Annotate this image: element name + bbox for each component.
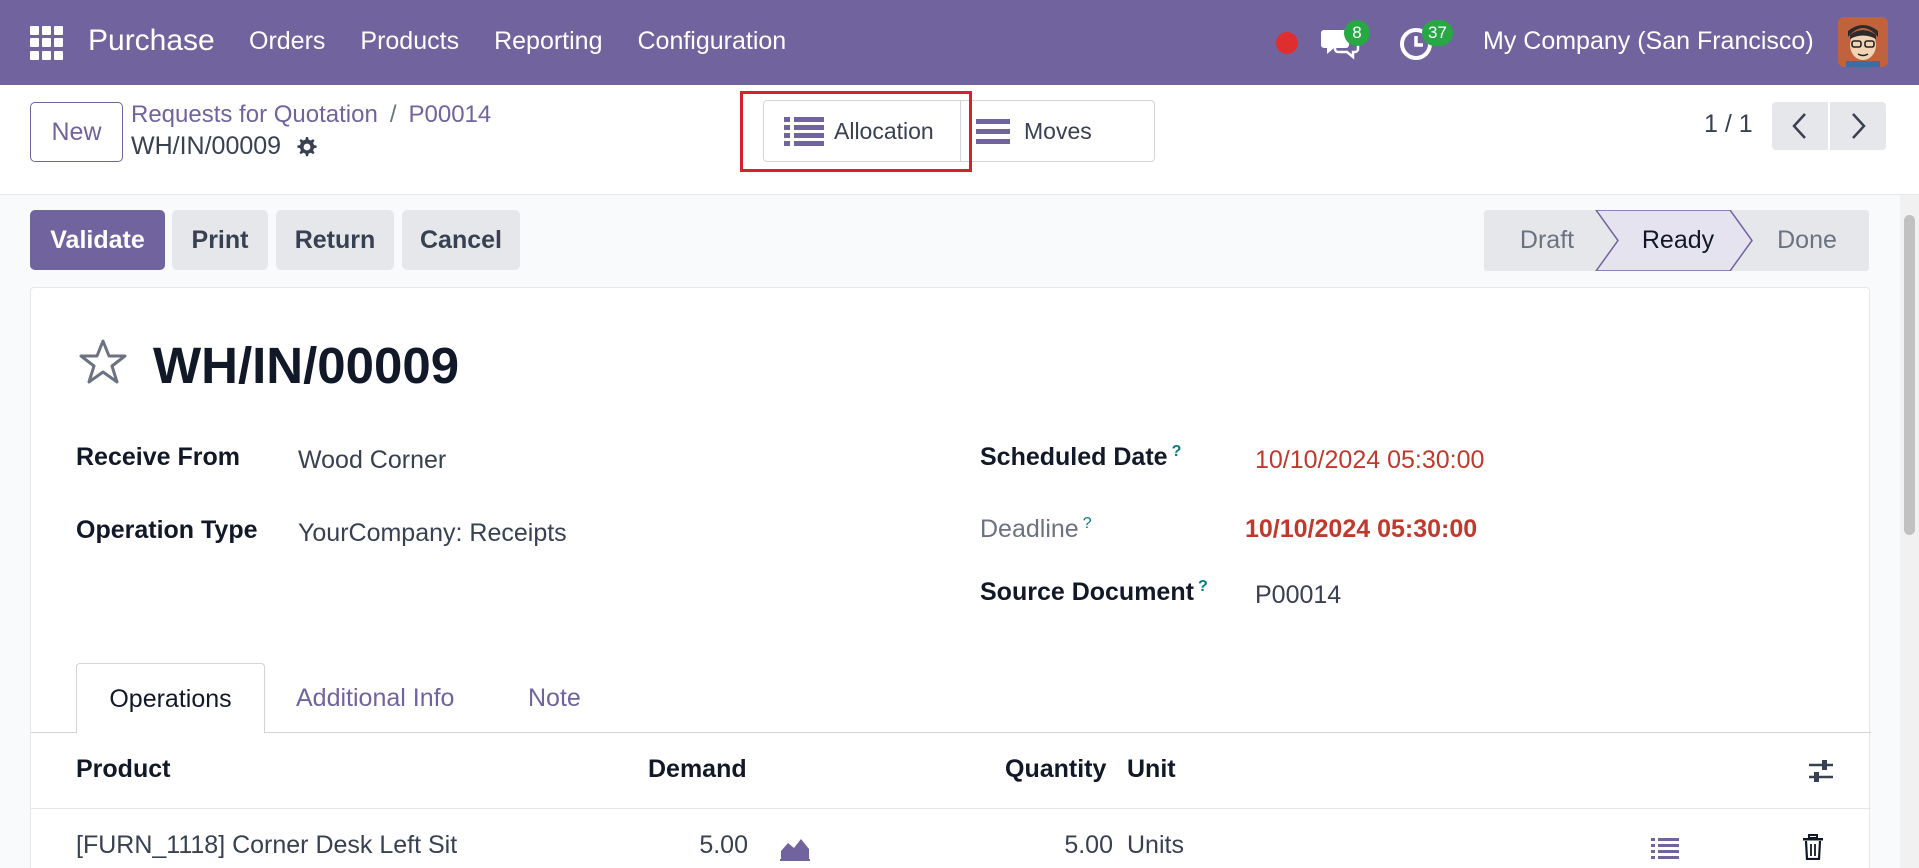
deadline-label: Deadline? xyxy=(980,515,1092,544)
bars-icon xyxy=(976,119,1010,144)
record-name: WH/IN/00009 xyxy=(131,132,318,161)
tab-additional-info[interactable]: Additional Info xyxy=(296,663,454,733)
apps-grid-icon[interactable] xyxy=(30,26,64,60)
status-bar: Draft Ready Done xyxy=(1484,210,1869,271)
operation-type-field[interactable]: YourCompany: Receipts xyxy=(298,519,567,548)
scrollbar-thumb[interactable] xyxy=(1904,215,1915,535)
row-quantity[interactable]: 5.00 xyxy=(1003,831,1113,860)
menu-products[interactable]: Products xyxy=(360,27,459,56)
pager-value[interactable]: 1 / 1 xyxy=(1704,110,1753,139)
column-product[interactable]: Product xyxy=(76,755,170,784)
activity-count-badge: 37 xyxy=(1422,20,1453,46)
company-switcher[interactable]: My Company (San Francisco) xyxy=(1483,27,1814,56)
chevron-right-icon xyxy=(1852,113,1866,139)
chat-count-badge: 8 xyxy=(1344,20,1370,46)
row-demand[interactable]: 5.00 xyxy=(648,831,748,860)
receive-from-field[interactable]: Wood Corner xyxy=(298,446,446,475)
form-sheet: WH/IN/00009 Receive From Wood Corner Ope… xyxy=(30,287,1871,868)
stage-draft[interactable]: Draft xyxy=(1484,210,1610,271)
forecast-chart-icon[interactable] xyxy=(779,835,811,861)
breadcrumb-rfq[interactable]: Requests for Quotation xyxy=(131,101,378,128)
breadcrumb: Requests for Quotation / P00014 xyxy=(131,101,491,129)
record-name-text: WH/IN/00009 xyxy=(131,132,282,160)
deadline-help-icon[interactable]: ? xyxy=(1083,515,1092,532)
menu-reporting[interactable]: Reporting xyxy=(494,27,602,56)
breadcrumb-po[interactable]: P00014 xyxy=(408,101,491,128)
cancel-button[interactable]: Cancel xyxy=(402,210,520,270)
source-document-label: Source Document? xyxy=(980,578,1208,607)
stage-ready[interactable]: Ready xyxy=(1614,210,1742,271)
moves-view-label: Moves xyxy=(1024,117,1092,144)
source-document-label-text: Source Document xyxy=(980,578,1194,606)
recording-indicator-icon[interactable] xyxy=(1276,32,1298,54)
page-scrollbar[interactable] xyxy=(1900,195,1919,868)
print-button[interactable]: Print xyxy=(172,210,268,270)
app-name[interactable]: Purchase xyxy=(88,24,215,58)
tab-operations[interactable]: Operations xyxy=(76,663,265,734)
stage-done[interactable]: Done xyxy=(1748,210,1866,271)
chevron-left-icon xyxy=(1792,113,1806,139)
column-unit[interactable]: Unit xyxy=(1127,755,1176,784)
notebook-tabs: Operations Additional Info Note xyxy=(31,663,1871,734)
operation-type-label: Operation Type xyxy=(76,516,258,544)
user-avatar[interactable] xyxy=(1838,17,1888,67)
row-unit[interactable]: Units xyxy=(1127,831,1184,860)
favorite-star-icon[interactable] xyxy=(77,338,129,386)
column-quantity[interactable]: Quantity xyxy=(1005,755,1106,784)
allocation-highlight-box xyxy=(740,91,972,172)
breadcrumb-separator: / xyxy=(389,101,397,128)
trash-icon[interactable] xyxy=(1802,834,1824,860)
pager-previous-button[interactable] xyxy=(1772,102,1828,150)
menu-configuration[interactable]: Configuration xyxy=(637,27,786,56)
pager-next-button[interactable] xyxy=(1830,102,1886,150)
new-button[interactable]: New xyxy=(30,102,123,162)
details-list-icon[interactable] xyxy=(1651,837,1679,861)
scheduled-date-help-icon[interactable]: ? xyxy=(1172,443,1182,460)
scheduled-date-label: Scheduled Date? xyxy=(980,443,1181,472)
optional-columns-icon[interactable] xyxy=(1807,757,1835,785)
scheduled-date-label-text: Scheduled Date xyxy=(980,443,1168,471)
validate-button[interactable]: Validate xyxy=(30,210,165,270)
moves-view-button[interactable]: Moves xyxy=(976,101,1146,161)
gear-icon[interactable] xyxy=(294,135,318,159)
table-header: Product Demand Quantity Unit xyxy=(31,733,1871,809)
source-document-field[interactable]: P00014 xyxy=(1255,581,1341,610)
menu-orders[interactable]: Orders xyxy=(249,27,325,56)
deadline-field: 10/10/2024 05:30:00 xyxy=(1245,515,1478,543)
tab-note[interactable]: Note xyxy=(528,663,581,733)
scheduled-date-field[interactable]: 10/10/2024 05:30:00 xyxy=(1255,446,1484,475)
source-document-help-icon[interactable]: ? xyxy=(1198,578,1208,595)
row-product[interactable]: [FURN_1118] Corner Desk Left Sit xyxy=(76,831,457,860)
return-button[interactable]: Return xyxy=(276,210,394,270)
receive-from-label: Receive From xyxy=(76,443,240,471)
column-demand[interactable]: Demand xyxy=(648,755,747,784)
main-menu: Orders Products Reporting Configuration xyxy=(249,27,821,56)
deadline-label-text: Deadline xyxy=(980,515,1079,543)
avatar-face-icon xyxy=(1838,17,1888,67)
top-navbar: Purchase Orders Products Reporting Confi… xyxy=(0,0,1919,85)
table-row[interactable]: [FURN_1118] Corner Desk Left Sit 5.00 5.… xyxy=(31,809,1871,868)
record-title: WH/IN/00009 xyxy=(153,337,460,394)
